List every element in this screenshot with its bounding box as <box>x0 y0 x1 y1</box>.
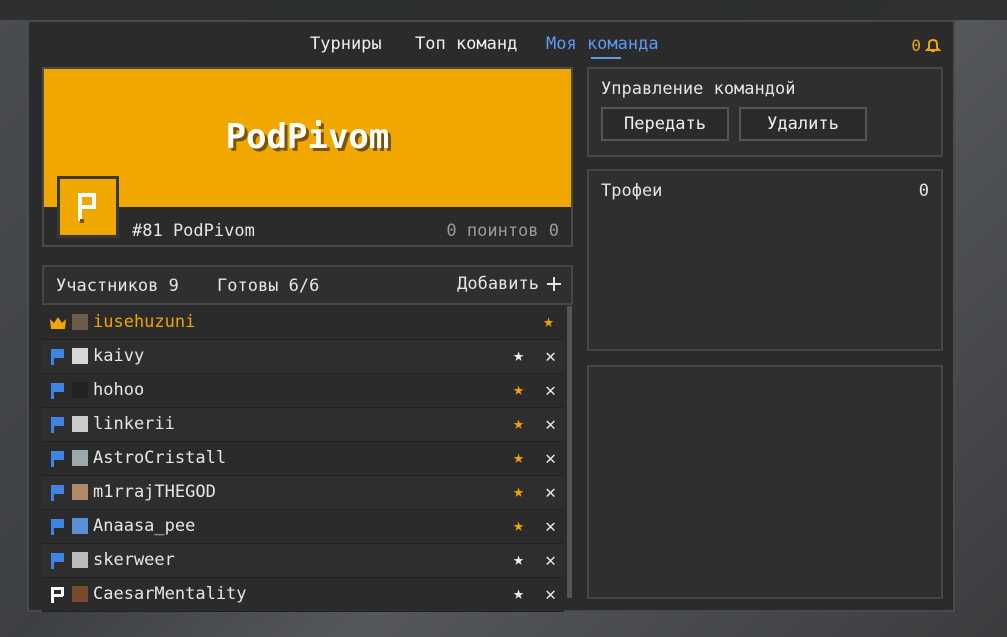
member-name: Anaasa_pee <box>93 516 196 536</box>
bell-icon <box>925 38 941 52</box>
member-row[interactable]: skerweer ★ ✕ <box>42 544 564 578</box>
crown-icon <box>50 317 66 329</box>
player-avatar <box>72 348 88 364</box>
delete-button[interactable]: Удалить <box>739 107 867 141</box>
kick-icon[interactable]: ✕ <box>545 448 556 469</box>
member-name: AstroCristall <box>93 448 227 468</box>
player-avatar <box>72 416 88 432</box>
kick-icon[interactable]: ✕ <box>545 550 556 571</box>
top-nav: Турниры Топ команд Моя команда <box>29 34 953 58</box>
tab-tournaments[interactable]: Турниры <box>310 34 382 54</box>
member-row[interactable]: iusehuzuni ★ <box>42 306 564 340</box>
kick-icon[interactable]: ✕ <box>545 380 556 401</box>
team-points: 0 поинтов 0 <box>446 221 559 241</box>
player-avatar <box>72 484 88 500</box>
members-scrollbar[interactable] <box>567 306 572 598</box>
member-row[interactable]: m1rrajTHEGOD ★ ✕ <box>42 476 564 510</box>
members-list: iusehuzuni ★ kaivy ★ ✕ hohoo ★ ✕ linkerii ★ ✕ Astro… <box>42 306 564 612</box>
member-name: skerweer <box>93 550 175 570</box>
player-avatar <box>72 382 88 398</box>
team-rank: #81 PodPivom <box>132 221 255 241</box>
members-ready: Готовы 6/6 <box>217 276 320 296</box>
member-row[interactable]: linkerii ★ ✕ <box>42 408 564 442</box>
tab-my-team[interactable]: Моя команда <box>546 34 659 54</box>
player-avatar <box>72 518 88 534</box>
star-icon[interactable]: ★ <box>513 549 524 570</box>
flag-outline-icon <box>51 587 64 603</box>
background-hud-strip <box>0 0 1007 20</box>
kick-icon[interactable]: ✕ <box>545 584 556 605</box>
flag-icon <box>51 417 64 433</box>
trophies-label: Трофеи <box>601 181 663 201</box>
member-name: kaivy <box>93 346 145 366</box>
star-icon[interactable]: ★ <box>543 311 554 332</box>
tab-top-teams[interactable]: Топ команд <box>415 34 517 54</box>
members-header: Участников 9 Готовы 6/6 Добавить <box>42 265 573 305</box>
member-row[interactable]: Anaasa_pee ★ ✕ <box>42 510 564 544</box>
empty-panel <box>587 365 943 599</box>
members-count: Участников 9 <box>56 276 179 296</box>
star-icon[interactable]: ★ <box>513 413 524 434</box>
star-icon[interactable]: ★ <box>513 583 524 604</box>
kick-icon[interactable]: ✕ <box>545 414 556 435</box>
star-icon[interactable]: ★ <box>513 481 524 502</box>
management-title: Управление командой <box>601 79 796 99</box>
flag-icon <box>51 451 64 467</box>
team-flag-icon <box>57 176 119 238</box>
member-row[interactable]: AstroCristall ★ ✕ <box>42 442 564 476</box>
flag-icon <box>51 485 64 501</box>
notifications-count: 0 <box>911 36 921 55</box>
team-management-panel: Управление командой Передать Удалить <box>587 67 943 157</box>
member-name: iusehuzuni <box>93 312 196 332</box>
trophies-count: 0 <box>918 181 929 201</box>
star-icon[interactable]: ★ <box>513 515 524 536</box>
member-name: CaesarMentality <box>93 584 247 604</box>
player-avatar <box>72 314 88 330</box>
member-name: hohoo <box>93 380 145 400</box>
member-row[interactable]: hohoo ★ ✕ <box>42 374 564 408</box>
plus-icon <box>547 277 561 291</box>
team-name-title: PodPivom <box>225 117 390 157</box>
team-window: Турниры Топ команд Моя команда 0 PodPivo… <box>27 20 955 612</box>
flag-icon <box>51 349 64 365</box>
player-avatar <box>72 552 88 568</box>
member-row[interactable]: kaivy ★ ✕ <box>42 340 564 374</box>
member-name: linkerii <box>93 414 175 434</box>
transfer-button[interactable]: Передать <box>601 107 729 141</box>
member-row[interactable]: CaesarMentality ★ ✕ <box>42 578 564 612</box>
active-tab-underline <box>591 57 621 59</box>
flag-icon <box>51 519 64 535</box>
star-icon[interactable]: ★ <box>513 447 524 468</box>
flag-icon <box>51 553 64 569</box>
add-member-button[interactable]: Добавить <box>457 274 561 294</box>
add-member-label: Добавить <box>457 274 539 294</box>
trophies-panel: Трофеи 0 <box>587 169 943 351</box>
kick-icon[interactable]: ✕ <box>545 482 556 503</box>
star-icon[interactable]: ★ <box>513 379 524 400</box>
player-avatar <box>72 586 88 602</box>
kick-icon[interactable]: ✕ <box>545 346 556 367</box>
member-name: m1rrajTHEGOD <box>93 482 216 502</box>
team-banner: PodPivom #81 PodPivom 0 поинтов 0 <box>42 67 573 247</box>
star-icon[interactable]: ★ <box>513 345 524 366</box>
flag-icon <box>51 383 64 399</box>
kick-icon[interactable]: ✕ <box>545 516 556 537</box>
player-avatar <box>72 450 88 466</box>
notifications-button[interactable]: 0 <box>911 36 941 55</box>
